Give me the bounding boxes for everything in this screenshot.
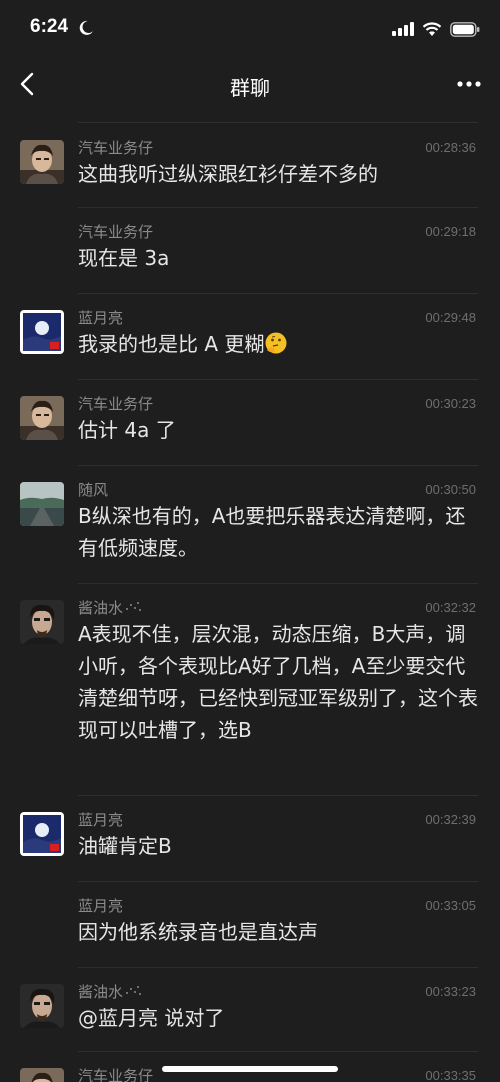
message-text: 因为他系统录音也是直达声 bbox=[78, 920, 318, 944]
wifi-icon bbox=[422, 21, 442, 36]
avatar[interactable] bbox=[20, 482, 64, 526]
message-text: 油罐肯定B bbox=[78, 834, 172, 858]
avatar[interactable] bbox=[20, 1068, 64, 1082]
message-text: 我录的也是比 A 更糊 bbox=[78, 328, 478, 370]
avatar[interactable] bbox=[20, 310, 64, 354]
sender-name: 随风 bbox=[78, 481, 109, 499]
car-guy-avatar-icon bbox=[20, 1068, 64, 1082]
moon-avatar-icon bbox=[20, 310, 64, 354]
message-time: 00:32:32 bbox=[425, 600, 476, 615]
message-time: 00:30:23 bbox=[425, 396, 476, 411]
avatar[interactable] bbox=[20, 812, 64, 856]
sender-name: 蓝月亮 bbox=[78, 309, 124, 327]
sender-name: 蓝月亮 bbox=[78, 811, 124, 829]
message-time: 00:28:36 bbox=[425, 140, 476, 155]
sender-name: 汽车业务仔 bbox=[78, 139, 154, 157]
message-text: @蓝月亮 说对了 bbox=[78, 1006, 225, 1030]
man-portrait-avatar-icon bbox=[20, 600, 64, 644]
battery-icon bbox=[450, 21, 480, 37]
message-item[interactable]: 蓝月亮 00:33:05 因为他系统录音也是直达声 bbox=[78, 882, 478, 968]
sender-name: 汽车业务仔 bbox=[78, 223, 154, 241]
message-item[interactable]: 酱油水 00:33:23 @蓝月亮 说对了 bbox=[20, 968, 478, 1052]
avatar[interactable] bbox=[20, 984, 64, 1028]
message-item[interactable]: 酱油水 00:32:32 A表现不佳，层次混，动态压缩，B大声，调小听，各个表现… bbox=[20, 584, 478, 796]
sender-name: 汽车业务仔 bbox=[78, 395, 154, 413]
message-item[interactable]: 随风 00:30:50 B纵深也有的，A也要把乐器表达清楚啊，还有低频速度。 bbox=[20, 466, 478, 584]
message-item[interactable]: 蓝月亮 00:29:48 我录的也是比 A 更糊 bbox=[20, 294, 478, 380]
thinking-face-emoji-icon bbox=[265, 332, 287, 354]
man-portrait-avatar-icon bbox=[20, 984, 64, 1028]
message-text: 估计 4a 了 bbox=[78, 418, 176, 442]
sparkle-icon bbox=[126, 986, 142, 995]
message-text: 现在是 3a bbox=[78, 246, 170, 270]
sender-name-text: 酱油水 bbox=[78, 599, 124, 617]
divider bbox=[78, 122, 478, 123]
moon-icon bbox=[79, 20, 93, 35]
more-options-icon[interactable] bbox=[456, 74, 482, 94]
message-item[interactable]: 汽车业务仔 00:30:23 估计 4a 了 bbox=[20, 380, 478, 466]
cellular-signal-icon bbox=[392, 22, 414, 36]
avatar[interactable] bbox=[20, 396, 64, 440]
page-title: 群聊 bbox=[230, 76, 270, 100]
message-item[interactable]: 汽车业务仔 00:28:36 这曲我听过纵深跟红衫仔差不多的 bbox=[20, 124, 478, 208]
car-guy-avatar-icon bbox=[20, 140, 64, 184]
message-item[interactable]: 蓝月亮 00:32:39 油罐肯定B bbox=[20, 796, 478, 882]
message-time: 00:33:35 bbox=[425, 1068, 476, 1082]
message-time: 00:30:50 bbox=[425, 482, 476, 497]
message-time: 00:33:05 bbox=[425, 898, 476, 913]
sender-name: 蓝月亮 bbox=[78, 897, 124, 915]
status-time: 6:24 bbox=[30, 16, 69, 37]
status-icons bbox=[392, 20, 480, 38]
message-item[interactable]: 汽车业务仔 00:29:18 现在是 3a bbox=[78, 208, 478, 294]
message-list[interactable]: 汽车业务仔 00:28:36 这曲我听过纵深跟红衫仔差不多的 汽车业务仔 00:… bbox=[0, 124, 500, 1082]
sender-name: 酱油水 bbox=[78, 968, 478, 1002]
avatar[interactable] bbox=[20, 600, 64, 644]
road-landscape-avatar-icon bbox=[20, 482, 64, 526]
message-time: 00:29:48 bbox=[425, 310, 476, 325]
message-text-body: 我录的也是比 A 更糊 bbox=[78, 332, 265, 356]
navigation-bar: 群聊 bbox=[0, 56, 500, 114]
message-time: 00:33:23 bbox=[425, 984, 476, 999]
sparkle-icon bbox=[126, 602, 142, 611]
status-bar: 6:24 bbox=[0, 0, 500, 56]
message-text: A表现不佳，层次混，动态压缩，B大声，调小听，各个表现比A好了几档，A至少要交代… bbox=[78, 622, 478, 742]
sender-name: 酱油水 bbox=[78, 584, 478, 618]
message-text: 这曲我听过纵深跟红衫仔差不多的 bbox=[78, 162, 378, 186]
message-time: 00:29:18 bbox=[425, 224, 476, 239]
car-guy-avatar-icon bbox=[20, 396, 64, 440]
moon-avatar-icon bbox=[20, 812, 64, 856]
message-time: 00:32:39 bbox=[425, 812, 476, 827]
home-indicator[interactable] bbox=[162, 1066, 338, 1072]
message-text: B纵深也有的，A也要把乐器表达清楚啊，还有低频速度。 bbox=[78, 504, 466, 560]
sender-name-text: 酱油水 bbox=[78, 983, 124, 1001]
avatar[interactable] bbox=[20, 140, 64, 184]
